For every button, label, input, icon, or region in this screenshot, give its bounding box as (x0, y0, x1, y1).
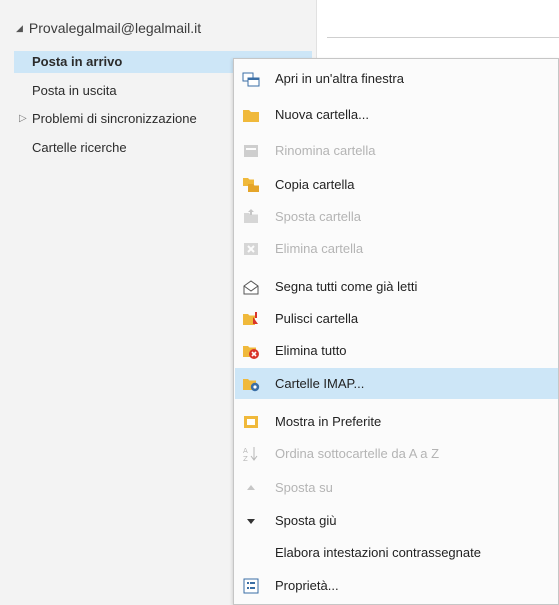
menu-item-process-marked-headers[interactable]: Elabora intestazioni contrassegnate (235, 537, 558, 568)
menu-item-sort-subfolders[interactable]: AZ Ordina sottocartelle da A a Z (235, 438, 558, 469)
svg-text:Z: Z (243, 455, 248, 463)
menu-item-properties[interactable]: Proprietà... (235, 570, 558, 601)
menu-item-label: Sposta cartella (275, 209, 361, 224)
folder-label: Problemi di sincronizzazione (32, 111, 197, 126)
menu-item-label: Proprietà... (275, 578, 339, 593)
mark-read-icon (242, 278, 260, 296)
menu-item-label: Segna tutti come già letti (275, 279, 418, 294)
divider (327, 37, 559, 38)
imap-folders-icon (242, 375, 260, 393)
menu-item-move-down[interactable]: Sposta giù (235, 505, 558, 536)
menu-item-show-in-favorites[interactable]: Mostra in Preferite (235, 406, 558, 437)
copy-folder-icon (242, 176, 260, 194)
menu-item-rename-folder[interactable]: Rinomina cartella (235, 135, 558, 166)
menu-item-label: Elimina tutto (275, 343, 347, 358)
menu-item-label: Cartelle IMAP... (275, 376, 365, 391)
menu-item-copy-folder[interactable]: Copia cartella (235, 169, 558, 200)
menu-item-clean-folder[interactable]: Pulisci cartella (235, 303, 558, 334)
new-folder-icon (242, 106, 260, 124)
folder-label: Cartelle ricerche (32, 140, 127, 155)
folder-label: Posta in uscita (32, 83, 117, 98)
menu-item-mark-all-read[interactable]: Segna tutti come già letti (235, 271, 558, 302)
menu-item-label: Pulisci cartella (275, 311, 359, 326)
collapse-arrow-icon[interactable]: ◢ (16, 23, 23, 34)
menu-item-new-folder[interactable]: Nuova cartella... (235, 99, 558, 130)
account-header[interactable]: ◢ Provalegalmail@legalmail.it (16, 20, 201, 36)
svg-text:A: A (243, 447, 248, 455)
menu-item-label: Apri in un'altra finestra (275, 71, 404, 86)
menu-item-delete-folder[interactable]: Elimina cartella (235, 233, 558, 264)
folder-sync-issues[interactable]: ▷ Problemi di sincronizzazione (14, 108, 197, 130)
rename-folder-icon (242, 142, 260, 160)
show-favorites-icon (242, 413, 260, 431)
context-menu: Apri in un'altra finestra Nuova cartella… (233, 58, 559, 605)
move-down-icon (242, 512, 260, 530)
account-name: Provalegalmail@legalmail.it (28, 20, 202, 36)
menu-item-label: Sposta su (275, 480, 333, 495)
menu-item-label: Sposta giù (275, 513, 337, 528)
move-folder-icon (242, 208, 260, 226)
menu-item-label: Elimina cartella (275, 241, 364, 256)
delete-folder-icon (242, 240, 260, 258)
expand-arrow-icon[interactable]: ▷ (19, 108, 27, 130)
clean-folder-icon (242, 310, 260, 328)
menu-item-open-new-window[interactable]: Apri in un'altra finestra (235, 63, 558, 94)
menu-item-move-folder[interactable]: Sposta cartella (235, 201, 558, 232)
delete-all-icon (242, 342, 260, 360)
folder-outbox[interactable]: Posta in uscita (14, 80, 117, 102)
menu-item-label: Rinomina cartella (275, 143, 376, 158)
folder-label: Posta in arrivo (32, 54, 123, 69)
menu-item-label: Nuova cartella... (275, 107, 369, 122)
menu-item-label: Mostra in Preferite (275, 414, 382, 429)
move-up-icon (242, 479, 260, 497)
properties-icon (242, 577, 260, 595)
menu-item-label: Ordina sottocartelle da A a Z (275, 446, 440, 461)
folder-search-folders[interactable]: Cartelle ricerche (14, 137, 127, 159)
sort-az-icon: AZ (242, 445, 260, 463)
menu-item-delete-all[interactable]: Elimina tutto (235, 335, 558, 366)
menu-item-move-up[interactable]: Sposta su (235, 472, 558, 503)
menu-item-label: Elabora intestazioni contrassegnate (275, 545, 481, 560)
menu-item-label: Copia cartella (275, 177, 355, 192)
menu-item-imap-folders[interactable]: Cartelle IMAP... (235, 368, 558, 399)
open-window-icon (242, 70, 260, 88)
